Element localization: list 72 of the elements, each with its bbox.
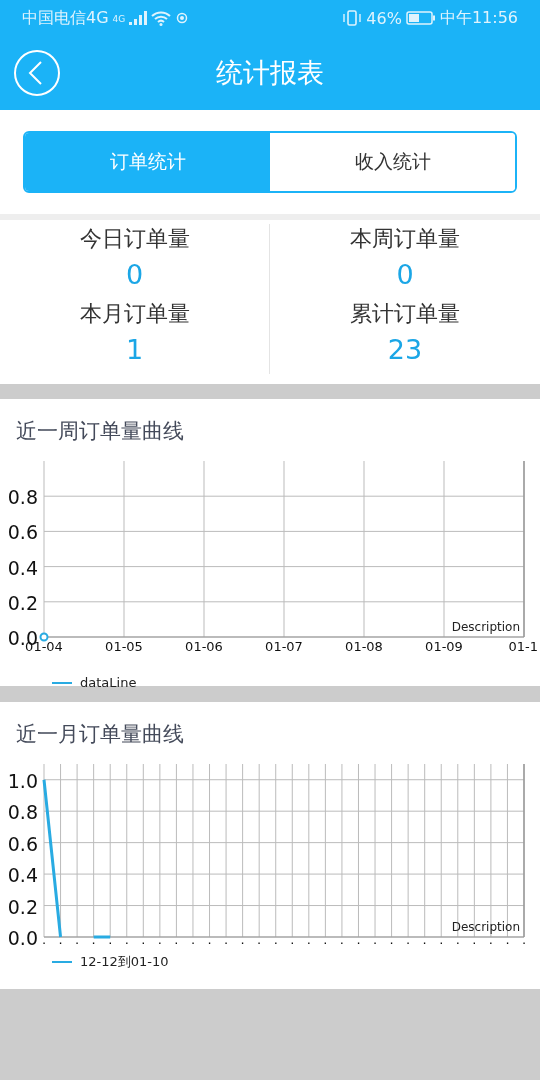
network-label: 4G — [112, 13, 126, 24]
x-tick-label: . — [472, 932, 477, 947]
location-icon — [175, 11, 190, 25]
x-tick-label: 01-05 — [105, 639, 143, 654]
stat-value: 23 — [387, 333, 423, 367]
x-tick-label: . — [91, 932, 96, 947]
chart-title: 近一月订单量曲线 — [15, 721, 185, 748]
stat-label: 本月订单量 — [79, 300, 190, 328]
y-tick-label: 0.6 — [7, 832, 38, 855]
x-tick-label: . — [356, 932, 361, 947]
y-tick-label: 0.8 — [7, 801, 38, 824]
y-tick-label: 0.2 — [7, 895, 38, 918]
stat-value: 0 — [125, 258, 144, 292]
x-tick-label: 01-09 — [425, 639, 463, 654]
y-tick-label: 0.8 — [7, 486, 38, 509]
battery-percent: 46% — [366, 8, 402, 28]
x-tick-label: 01-1 — [508, 639, 538, 654]
battery-icon — [405, 11, 436, 25]
chart-description: Description — [451, 920, 520, 934]
y-tick-label: 0.0 — [7, 927, 38, 949]
clock: 中午11:56 — [439, 7, 518, 29]
x-tick-label: . — [372, 932, 378, 947]
x-tick-label: . — [455, 932, 460, 947]
stat-label: 本周订单量 — [350, 225, 460, 253]
x-tick-label: . — [339, 932, 344, 947]
x-tick-label: 01-07 — [265, 639, 303, 654]
wifi-icon — [151, 10, 172, 26]
y-tick-label: 0.4 — [7, 556, 38, 579]
legend-label: dataLine — [80, 675, 137, 690]
x-tick-label: . — [257, 932, 262, 947]
x-tick-label: . — [174, 932, 179, 947]
x-tick-label: . — [422, 932, 427, 947]
x-tick-label: . — [389, 932, 394, 947]
legend-label: 12-12到01-10 — [80, 953, 169, 971]
x-tick-label: . — [108, 932, 113, 947]
x-tick-label: . — [124, 932, 129, 947]
x-tick-label: . — [273, 932, 278, 947]
data-point — [39, 632, 49, 642]
y-tick-label: 0.6 — [7, 521, 38, 544]
x-tick-label: . — [240, 932, 245, 947]
x-tick-label: . — [41, 932, 47, 947]
x-tick-label: . — [505, 932, 510, 947]
x-tick-label: . — [323, 932, 328, 947]
signal-icon — [129, 11, 148, 25]
y-tick-label: 0.2 — [7, 591, 38, 614]
x-tick-label: . — [290, 932, 295, 947]
stat-value: 0 — [396, 258, 414, 292]
x-tick-label: . — [439, 932, 444, 947]
chart-title: 近一周订单量曲线 — [15, 418, 185, 445]
x-tick-label: . — [406, 932, 411, 947]
x-tick-label: . — [58, 932, 63, 947]
chart-description: Description — [451, 620, 520, 634]
x-tick-label: . — [207, 932, 212, 947]
y-tick-label: 0.4 — [7, 864, 38, 887]
stat-value: 1 — [125, 333, 144, 367]
x-tick-label: . — [75, 932, 80, 947]
x-tick-label: . — [141, 932, 146, 947]
x-tick-label: . — [157, 932, 162, 947]
legend-swatch — [52, 681, 72, 684]
page-title: 统计报表 — [215, 56, 325, 90]
x-tick-label: 01-08 — [345, 639, 383, 654]
y-tick-label: 1.0 — [7, 769, 38, 792]
x-tick-label: . — [521, 932, 527, 947]
x-tick-label: . — [190, 932, 196, 947]
stat-label: 累计订单量 — [350, 300, 460, 328]
x-tick-label: 01-06 — [185, 639, 223, 654]
vibrate-icon — [342, 10, 363, 26]
stat-label: 今日订单量 — [79, 225, 190, 253]
back-icon[interactable] — [13, 49, 61, 97]
x-tick-label: . — [224, 932, 229, 947]
carrier-label: 中国电信4G — [22, 7, 109, 29]
x-tick-label: . — [306, 932, 311, 947]
